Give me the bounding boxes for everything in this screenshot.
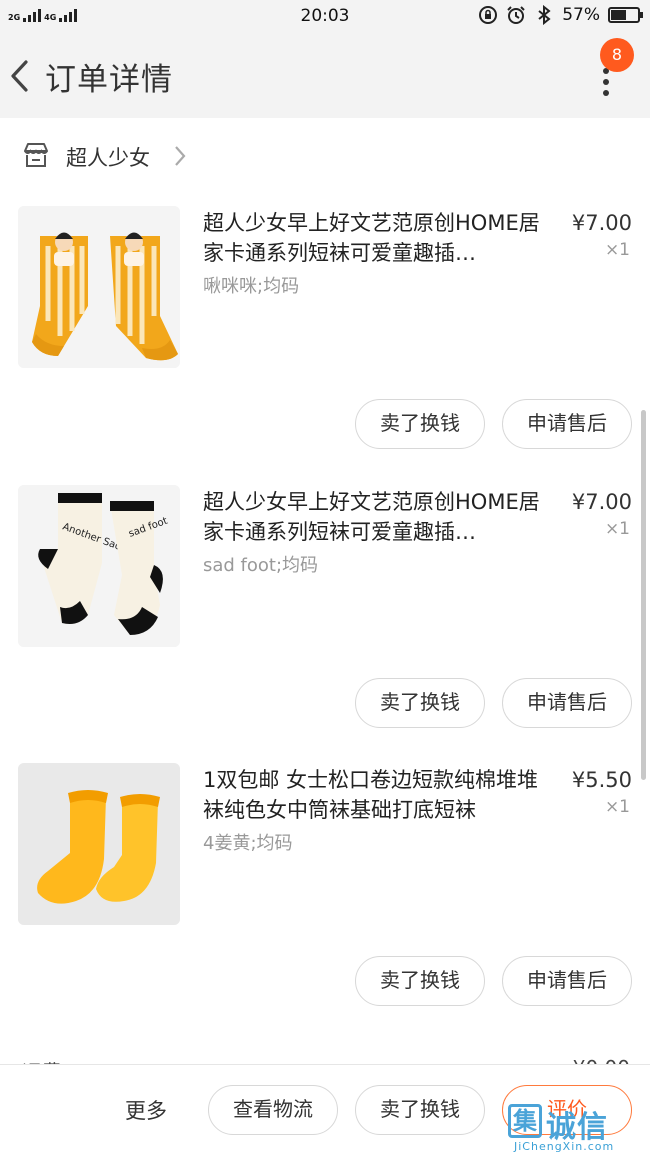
product-sku: 啾咪咪;均码 [203, 276, 300, 297]
bluetooth-icon [538, 5, 551, 25]
back-arrow-icon[interactable] [6, 56, 32, 96]
product-sku: 4姜黄;均码 [203, 833, 293, 854]
view-logistics-button[interactable]: 查看物流 [208, 1085, 338, 1135]
battery-icon [608, 7, 643, 23]
product-image [18, 763, 180, 925]
after-sale-button[interactable]: 申请售后 [502, 956, 632, 1006]
chevron-right-icon [175, 146, 186, 166]
sell-for-cash-button[interactable]: 卖了换钱 [355, 956, 485, 1006]
product-quantity: ×1 [604, 519, 630, 539]
order-item[interactable]: Another Sad foot sad foot 超人少女早上好文艺范原创HO… [0, 485, 650, 763]
app-header: 订单详情 8 [0, 34, 650, 118]
order-item[interactable]: 超人少女早上好文艺范原创HOME居家卡通系列短袜可爱童趣插… ¥7.00 ×1 … [0, 206, 650, 484]
after-sale-button[interactable]: 申请售后 [502, 678, 632, 728]
product-price: ¥5.50 [571, 768, 632, 792]
sell-for-cash-button[interactable]: 卖了换钱 [355, 399, 485, 449]
battery-percent: 57% [562, 5, 600, 25]
alarm-icon [507, 6, 525, 24]
product-title[interactable]: 超人少女早上好文艺范原创HOME居家卡通系列短袜可爱童趣插… [203, 208, 555, 268]
store-icon [24, 143, 48, 167]
scrollbar[interactable] [641, 410, 646, 780]
product-title[interactable]: 1双包邮 女士松口卷边短款纯棉堆堆袜纯色女中筒袜基础打底短袜 [203, 765, 555, 825]
page-title: 订单详情 [45, 62, 173, 98]
product-price: ¥7.00 [571, 211, 632, 235]
notification-badge: 8 [600, 38, 634, 72]
watermark-logo-char: 集 [508, 1104, 542, 1138]
order-item[interactable]: 1双包邮 女士松口卷边短款纯棉堆堆袜纯色女中筒袜基础打底短袜 ¥5.50 ×1 … [0, 763, 650, 1041]
product-quantity: ×1 [604, 797, 630, 817]
rotation-lock-icon [479, 6, 498, 24]
shop-row[interactable]: 超人少女 [0, 118, 650, 192]
site-watermark: 集 诚信 JiChengXin.com [508, 1100, 648, 1155]
status-bar: 2G 4G 20:03 57% [0, 0, 650, 34]
watermark-url: JiChengXin.com [514, 1140, 615, 1153]
product-title[interactable]: 超人少女早上好文艺范原创HOME居家卡通系列短袜可爱童趣插… [203, 487, 555, 547]
shop-name: 超人少女 [66, 146, 150, 170]
product-image [18, 206, 180, 368]
product-price: ¥7.00 [571, 490, 632, 514]
product-quantity: ×1 [604, 240, 630, 260]
sell-for-cash-button[interactable]: 卖了换钱 [355, 1085, 485, 1135]
product-image: Another Sad foot sad foot [18, 485, 180, 647]
product-sku: sad foot;均码 [203, 555, 319, 576]
more-actions-link[interactable]: 更多 [125, 1095, 167, 1125]
status-icons: 57% [478, 5, 643, 25]
after-sale-button[interactable]: 申请售后 [502, 399, 632, 449]
sell-for-cash-button[interactable]: 卖了换钱 [355, 678, 485, 728]
